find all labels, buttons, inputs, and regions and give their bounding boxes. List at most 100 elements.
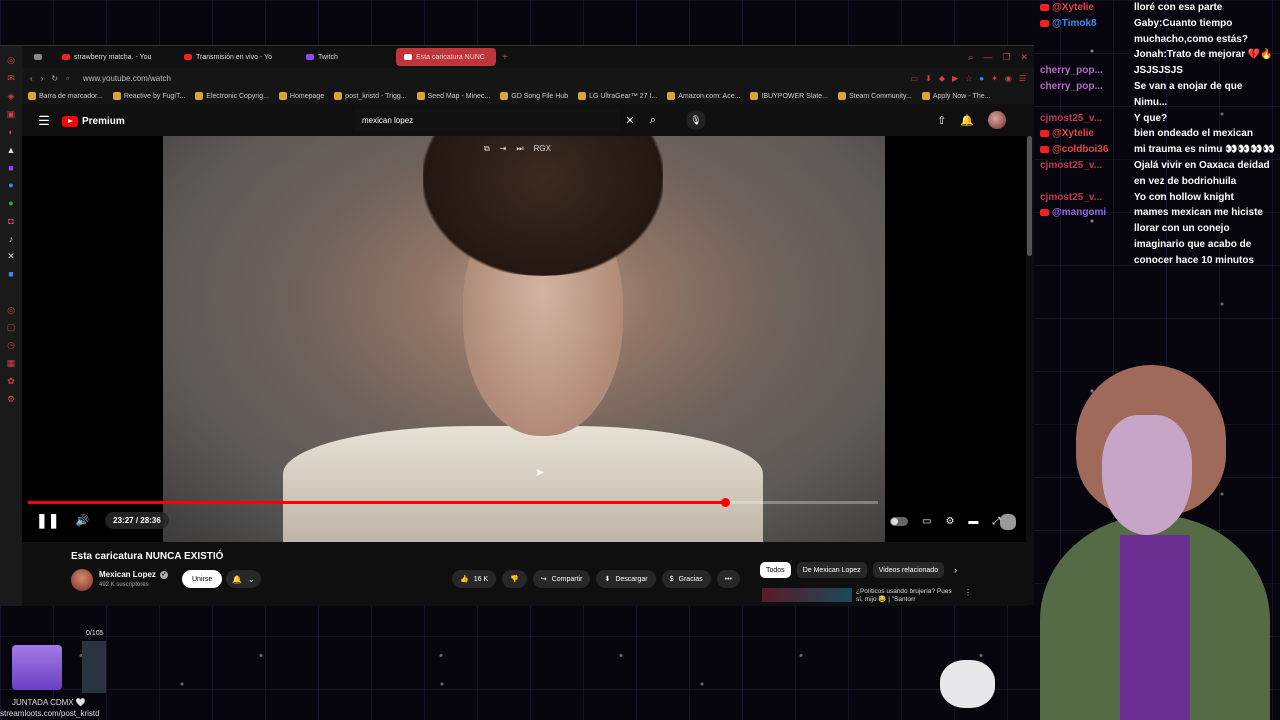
- kebab-menu-icon[interactable]: ⋮: [964, 588, 972, 597]
- chip-all[interactable]: Todos: [760, 562, 791, 578]
- extension-icon[interactable]: ●: [979, 74, 984, 83]
- shield-icon[interactable]: ◆: [939, 74, 945, 83]
- clear-search-icon[interactable]: ✕: [620, 114, 640, 127]
- bookmark-item[interactable]: Apply Now - The...: [921, 92, 990, 100]
- maximize-icon[interactable]: ❐: [1002, 52, 1010, 63]
- back-icon[interactable]: ‹: [30, 74, 33, 83]
- rail-twitch-icon[interactable]: ■: [0, 159, 22, 177]
- browser-tab[interactable]: [26, 48, 52, 66]
- menu-icon[interactable]: ☰: [1019, 74, 1026, 83]
- youtube-badge-icon: [1040, 209, 1049, 217]
- share-button[interactable]: ↪ Compartir: [532, 570, 591, 588]
- cast-icon[interactable]: ▭: [911, 74, 919, 83]
- chip-related[interactable]: Videos relacionado: [872, 562, 945, 578]
- rail-headset-icon[interactable]: ◐: [0, 123, 22, 141]
- chat-message: @Timok8 Gaby:Cuanto tiempo muchacho,como …: [1040, 16, 1280, 63]
- search-tabs-icon[interactable]: ⌕: [968, 52, 973, 63]
- bookmark-item[interactable]: GD Song File Hub: [500, 92, 568, 100]
- play-icon[interactable]: ▶: [952, 74, 958, 83]
- rail-tiktok-icon[interactable]: ♪: [0, 230, 22, 248]
- progress-bar[interactable]: [28, 498, 878, 507]
- like-count: 16 K: [473, 575, 489, 583]
- join-button[interactable]: Unirse: [182, 570, 223, 588]
- rail-instagram-icon[interactable]: ◘: [0, 212, 22, 230]
- browser-tab-active[interactable]: Esta caricatura NUNC: [396, 48, 496, 66]
- rail-home-icon[interactable]: ◎: [0, 52, 22, 70]
- rail-box-icon[interactable]: ▢: [0, 319, 22, 337]
- bookmark-item[interactable]: Homepage: [278, 92, 324, 100]
- channel-name[interactable]: Mexican Lopez ✓: [99, 570, 168, 579]
- search-input[interactable]: [354, 109, 620, 131]
- rail-game-icon[interactable]: ◈: [0, 88, 22, 106]
- theater-icon[interactable]: ⇥: [500, 144, 507, 154]
- youtube-logo[interactable]: Premium: [62, 115, 125, 127]
- bookmark-item[interactable]: IBUYPOWER Slate...: [750, 92, 828, 100]
- rail-arrow-icon[interactable]: ▲: [0, 141, 22, 159]
- dislike-button[interactable]: 👎: [502, 570, 527, 588]
- notifications-icon[interactable]: 🔔: [960, 114, 974, 127]
- browser-tab[interactable]: Twitch: [298, 48, 394, 66]
- bookmark-item[interactable]: Amazon.com: Ace...: [667, 92, 740, 100]
- video-player[interactable]: ⧉ ⇥ ⏭ RGX ➤ ❚❚ 🔊 23:27 / 28:36 ▭ ⚙ ▬ ⤢: [22, 136, 1026, 542]
- chip-channel[interactable]: De Mexican Lopez: [796, 562, 867, 578]
- page-scrollbar[interactable]: [1027, 136, 1032, 256]
- rail-target-icon[interactable]: ◎: [0, 301, 22, 319]
- theater-mode-icon[interactable]: ▬: [968, 516, 978, 527]
- rail-whatsapp-icon[interactable]: ●: [0, 194, 22, 212]
- close-icon[interactable]: ✕: [1020, 52, 1028, 63]
- chevron-down-icon: ⌄: [247, 574, 255, 584]
- chat-message-text: mames mexican me hiciste llorar con un c…: [1134, 207, 1263, 266]
- rail-gear-icon[interactable]: ⚙: [0, 390, 22, 408]
- rail-mail-icon[interactable]: ✉: [0, 70, 22, 88]
- avatar-icon[interactable]: ◉: [1005, 74, 1012, 83]
- skip-icon[interactable]: ⏭: [516, 144, 523, 154]
- rail-leaf-icon[interactable]: ✿: [0, 372, 22, 390]
- reload-icon[interactable]: ↻: [51, 74, 58, 83]
- rail-app-icon[interactable]: ■: [0, 266, 22, 284]
- bookmark-item[interactable]: Steam Community...: [837, 92, 912, 100]
- recommended-video[interactable]: ¿Políticos usando brujería? Pues sí, mij…: [762, 588, 972, 603]
- subscription-bell-button[interactable]: 🔔 ⌄: [226, 570, 261, 588]
- account-avatar[interactable]: [988, 111, 1006, 129]
- thanks-button[interactable]: $ Gracias: [661, 570, 711, 588]
- upload-icon[interactable]: ⇧: [937, 114, 946, 127]
- fullscreen-icon[interactable]: ⤢: [992, 516, 1000, 527]
- bookmark-item[interactable]: Seed Map - Minec...: [416, 92, 490, 100]
- autoplay-toggle[interactable]: [890, 517, 908, 526]
- rail-grid-icon[interactable]: ▦: [0, 355, 22, 373]
- bookmark-item[interactable]: LG UltraGear™ 27 I...: [578, 92, 657, 100]
- microphone-icon[interactable]: 🎙: [686, 110, 706, 130]
- browser-tab[interactable]: Transmisión en vivo - Yo: [176, 48, 296, 66]
- bookmark-item[interactable]: Electronic Copyrig...: [195, 92, 269, 100]
- download-button[interactable]: ⬇ Descargar: [596, 570, 656, 588]
- puzzle-icon[interactable]: ✦: [991, 74, 998, 83]
- new-tab-button[interactable]: +: [498, 52, 508, 63]
- bookmark-item[interactable]: Reactive by FugiT...: [112, 92, 185, 100]
- chevron-right-icon[interactable]: ›: [950, 565, 957, 575]
- thumbs-up-icon: 👍: [460, 576, 469, 583]
- subtitles-icon[interactable]: ▭: [922, 516, 931, 527]
- scrubber-handle[interactable]: [721, 498, 730, 507]
- url-field[interactable]: www.youtube.com/watch: [83, 74, 171, 83]
- rail-clock-icon[interactable]: ◷: [0, 337, 22, 355]
- bookmark-item[interactable]: Barra de marcador...: [28, 92, 103, 100]
- browser-tab[interactable]: strawberry matcha. - You: [54, 48, 174, 66]
- bookmark-icon[interactable]: ☆: [965, 74, 972, 83]
- like-button[interactable]: 👍 16 K: [452, 570, 497, 588]
- subscriber-count: 492 K suscriptores: [99, 582, 149, 588]
- bookmark-item[interactable]: post_kristd - Trigg...: [334, 92, 407, 100]
- hamburger-menu-icon[interactable]: ☰: [30, 113, 58, 129]
- rail-x-icon[interactable]: ✕: [0, 248, 22, 266]
- rail-bag-icon[interactable]: ▣: [0, 105, 22, 123]
- settings-gear-icon[interactable]: ⚙: [945, 516, 954, 527]
- more-actions-button[interactable]: •••: [716, 570, 741, 588]
- forward-icon[interactable]: ›: [41, 74, 44, 83]
- minimize-icon[interactable]: —: [983, 52, 992, 63]
- rail-messenger-icon[interactable]: ●: [0, 177, 22, 195]
- search-icon[interactable]: ⌕: [640, 114, 666, 127]
- channel-avatar[interactable]: [71, 569, 93, 591]
- volume-icon[interactable]: 🔊: [75, 514, 89, 527]
- pause-icon[interactable]: ❚❚: [36, 512, 59, 529]
- download-icon[interactable]: ⬇: [925, 74, 932, 83]
- miniplayer-icon[interactable]: ⧉: [484, 144, 490, 154]
